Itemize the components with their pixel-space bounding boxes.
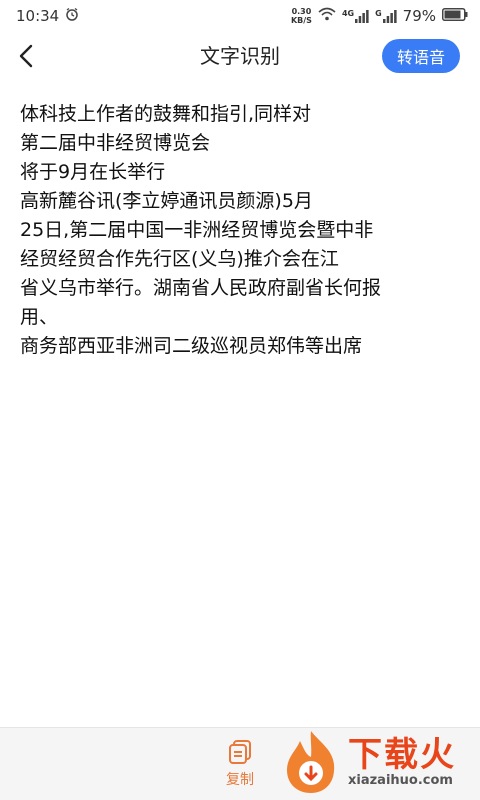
text-line: 体科技上作者的鼓舞和指引,同样对 xyxy=(20,103,312,125)
flame-logo-icon xyxy=(287,731,335,793)
status-left: 10:34 xyxy=(16,7,79,25)
copy-icon xyxy=(229,740,251,764)
wifi-icon xyxy=(318,7,336,25)
signal-g-icon: G xyxy=(375,9,397,23)
text-line: 商务部西亚非洲司二级巡视员郑伟等出席 xyxy=(20,335,363,357)
status-right: 0.30 KB/S 4G G 79% xyxy=(291,7,468,25)
chevron-left-icon xyxy=(19,44,33,68)
copy-button[interactable]: 复制 xyxy=(210,734,270,794)
speed-value: 0.30 xyxy=(291,7,312,16)
battery-icon xyxy=(442,7,468,25)
status-time: 10:34 xyxy=(16,7,60,25)
alarm-icon xyxy=(65,7,79,25)
text-line: 用、 xyxy=(20,306,59,328)
watermark-brand: 下载火 xyxy=(348,735,456,775)
text-line: 25日,第二届中国一非洲经贸博览会暨中非 xyxy=(20,219,374,241)
network-4g-label: 4G xyxy=(341,9,355,18)
text-line: 经贸经贸合作先行区(义乌)推介会在江 xyxy=(20,248,339,270)
status-bar: 10:34 0.30 KB/S 4G G 79% xyxy=(0,0,480,32)
speed-unit: KB/S xyxy=(290,16,312,25)
text-line: 省义乌市举行。湖南省人民政府副省长何报 xyxy=(20,277,382,299)
network-speed: 0.30 KB/S xyxy=(291,7,312,25)
battery-percent: 79% xyxy=(402,7,436,25)
nav-bar: 文字识别 转语音 xyxy=(0,32,480,80)
recognized-text[interactable]: 体科技上作者的鼓舞和指引,同样对 第二届中非经贸博览会 将于9月在长举行 高新麓… xyxy=(20,100,466,361)
network-g-label: G xyxy=(375,9,382,18)
watermark-domain: xiazaihuo.com xyxy=(348,773,453,788)
text-line: 高新麓谷讯(李立婷通讯员颜源)5月 xyxy=(20,190,313,212)
text-line: 第二届中非经贸博览会 xyxy=(20,132,211,154)
site-watermark: 下载火 xiazaihuo.com xyxy=(280,724,480,800)
back-button[interactable] xyxy=(6,36,46,76)
signal-4g-icon: 4G xyxy=(342,9,369,23)
text-to-speech-button[interactable]: 转语音 xyxy=(382,39,460,73)
text-line: 将于9月在长举行 xyxy=(20,161,166,183)
copy-label: 复制 xyxy=(226,772,254,788)
